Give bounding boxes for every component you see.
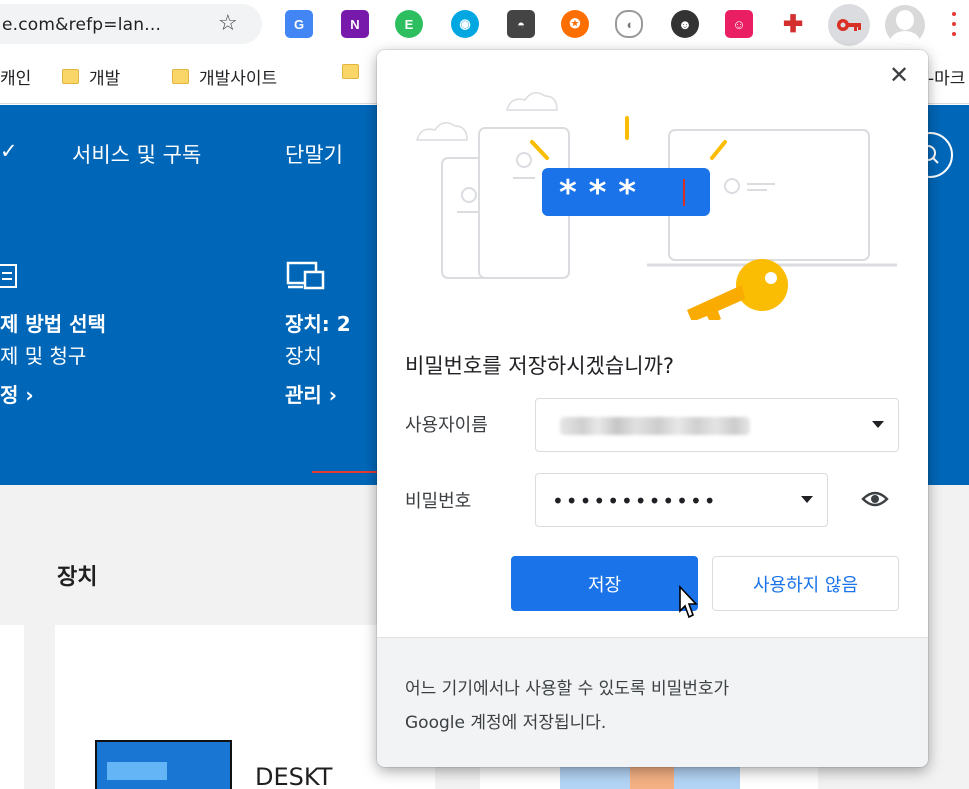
footer-text: Google 계정에 저장됩니다. <box>405 713 607 733</box>
never-button[interactable]: 사용하지 않음 <box>712 556 899 611</box>
chevron-down-icon[interactable] <box>801 496 813 503</box>
address-text[interactable]: e.com&refp=lan... <box>2 15 161 35</box>
eye-extension-icon[interactable]: ◉ <box>451 10 479 38</box>
nav-devices[interactable]: 단말기 <box>285 139 343 169</box>
bookmark-folder-dev[interactable]: 개발 <box>62 64 120 89</box>
username-select[interactable] <box>535 398 899 452</box>
dialog-title: 비밀번호를 저장하시겠습니까? <box>405 354 674 378</box>
bookmark-label: -마크 <box>928 69 966 89</box>
avatar-extension-icon[interactable]: ☺ <box>725 10 753 38</box>
device-name: DESKT <box>255 763 333 789</box>
devices-section-title: 장치 <box>57 565 98 590</box>
billing-link[interactable]: 정 › <box>0 379 34 408</box>
dialog-footer: 어느 기기에서나 사용할 수 있도록 비밀번호가 Google 계정에 저장됩니… <box>377 637 928 767</box>
bookmark-folder[interactable] <box>342 64 369 79</box>
device-card <box>0 625 24 789</box>
bookmark-label: 개발 <box>89 69 121 89</box>
devices-manage-link[interactable]: 관리 › <box>285 379 337 408</box>
bookmark-folder-dev-sites[interactable]: 개발사이트 <box>172 64 277 89</box>
username-value-redacted <box>560 417 750 435</box>
devices-subtext: 장치 <box>285 344 322 368</box>
mouse-cursor-icon <box>679 585 698 619</box>
address-bar[interactable]: e.com&refp=lan... ☆ <box>0 4 262 44</box>
password-select[interactable]: •••••••••••• <box>535 473 828 527</box>
evernote-icon[interactable]: E <box>395 10 423 38</box>
billing-heading: 제 방법 선택 <box>0 312 106 336</box>
desktop-thumbnail <box>95 740 232 789</box>
devices-icon <box>286 261 325 290</box>
browser-toolbar: e.com&refp=lan... ☆ G N E ◉ ◓ ✪ ◖ ☻ ☺ ✚ <box>0 0 969 50</box>
onenote-icon[interactable]: N <box>341 10 369 38</box>
profile-avatar[interactable] <box>885 5 925 45</box>
bookmark-item[interactable]: -마크 <box>928 64 965 89</box>
devices-count: 장치: 2 <box>285 312 351 336</box>
folder-icon <box>172 69 189 84</box>
billing-subtext: 제 및 청구 <box>0 344 87 368</box>
star-icon[interactable]: ☆ <box>218 13 238 35</box>
save-button[interactable]: 저장 <box>511 556 698 611</box>
mouse-extension-icon[interactable]: ◖ <box>615 10 643 38</box>
footer-text: 어느 기기에서나 사용할 수 있도록 비밀번호가 <box>405 679 730 699</box>
menu-dots-icon[interactable] <box>952 12 958 36</box>
eye-icon[interactable] <box>861 488 889 510</box>
bookmark-label: 개발사이트 <box>199 69 278 89</box>
username-label: 사용자이름 <box>405 415 488 436</box>
billing-icon <box>0 264 17 288</box>
lightbulb-extension-icon[interactable]: ◓ <box>507 10 535 38</box>
bookmark-label: 캐인 <box>0 69 32 89</box>
folder-icon <box>342 64 359 79</box>
key-icon <box>837 19 861 31</box>
puzzle-extension-icon[interactable]: ✚ <box>779 10 807 38</box>
chevron-down-icon[interactable] <box>872 421 884 428</box>
owl-extension-icon[interactable]: ☻ <box>671 10 699 38</box>
folder-icon <box>62 69 79 84</box>
password-label: 비밀번호 <box>405 491 472 512</box>
password-key-button[interactable] <box>828 4 870 46</box>
nav-chevron-icon[interactable]: ✓ <box>0 139 18 163</box>
lifebuoy-extension-icon[interactable]: ✪ <box>561 10 589 38</box>
save-password-dialog: ✕ * * * 비밀번호를 저장하시겠습니까? 사용자이름 비밀번호 •••••… <box>377 50 928 767</box>
google-translate-icon[interactable]: G <box>285 10 313 38</box>
nav-services-subscriptions[interactable]: 서비스 및 구독 <box>72 139 201 169</box>
password-value[interactable]: •••••••••••• <box>552 489 718 513</box>
masked-password-text: * * * <box>559 173 636 213</box>
password-illustration: * * * <box>416 92 897 320</box>
bookmark-item[interactable]: 캐인 <box>0 64 31 89</box>
